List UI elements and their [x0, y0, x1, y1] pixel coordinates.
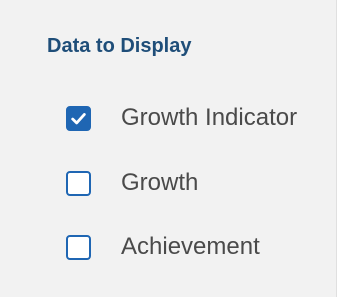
growth-checkbox[interactable]	[66, 170, 91, 196]
option-achievement[interactable]: Achievement	[66, 232, 260, 262]
panel-title: Data to Display	[47, 35, 192, 57]
growth-indicator-checkbox[interactable]	[66, 105, 91, 131]
checkmark-icon	[71, 112, 86, 124]
achievement-label: Achievement	[121, 233, 260, 260]
growth-label: Growth	[121, 169, 199, 196]
option-growth[interactable]: Growth	[66, 168, 198, 198]
data-display-panel: Data to Display Growth Indicator Growth …	[0, 0, 337, 297]
achievement-checkbox[interactable]	[66, 234, 91, 260]
growth-indicator-label: Growth Indicator	[121, 104, 298, 131]
option-growth-indicator[interactable]: Growth Indicator	[66, 103, 297, 133]
